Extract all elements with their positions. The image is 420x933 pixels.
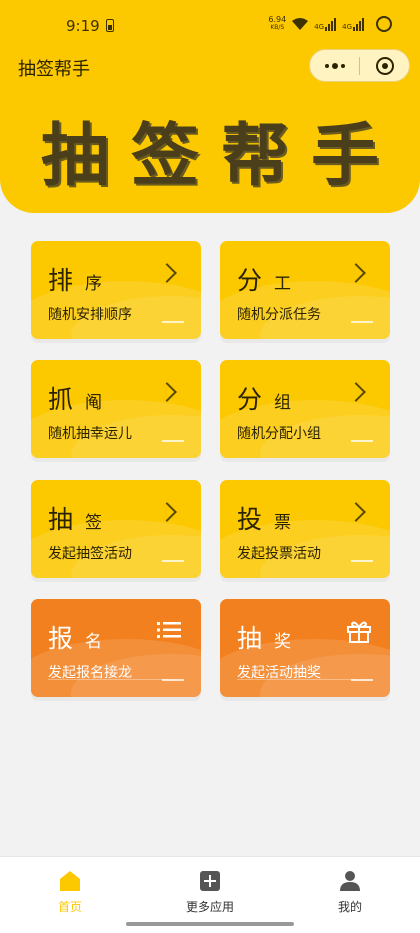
header-banner: 9:19 6.94 KB/S 4G 4G 抽签帮手 抽签帮手 [0,0,420,213]
card-raffle[interactable]: 抽奖 发起活动抽奖 [220,599,390,697]
chevron-right-icon [346,382,366,402]
card-title-big: 报 [48,624,74,653]
chevron-right-icon [157,263,177,283]
card-lottery[interactable]: 抽签 发起抽签活动 [31,480,201,578]
card-title-small: 序 [85,274,103,294]
signal-icon: 4G [314,17,337,31]
list-icon [157,622,181,638]
network-speed: 6.94 KB/S [268,15,287,32]
card-title-small: 阄 [85,393,103,413]
card-draw-lots[interactable]: 抓阄 随机抽幸运儿 [31,360,201,458]
card-title-small: 名 [85,632,103,652]
card-subtitle: 随机分派任务 [237,307,321,323]
battery-saver-icon [106,19,114,32]
card-subtitle: 随机抽幸运儿 [48,426,132,442]
tab-label: 我的 [337,900,362,914]
chevron-right-icon [346,502,366,522]
signal-icon-2: 4G [342,17,364,31]
chevron-right-icon [157,502,177,522]
decor-line [162,440,184,442]
tab-home[interactable]: 首页 [0,857,140,933]
hero-title: 抽签帮手 [40,117,401,196]
close-miniapp-icon[interactable] [360,56,409,75]
page-title: 抽签帮手 [18,59,90,80]
battery-icon [376,16,392,32]
card-vote[interactable]: 投票 发起投票活动 [220,480,390,578]
decor-line [351,440,373,442]
home-indicator[interactable] [126,922,294,926]
card-signup[interactable]: 报名 发起报名接龙 [31,599,201,697]
card-title-small: 票 [274,513,292,533]
tab-mine[interactable]: 我的 [280,857,420,933]
chevron-right-icon [346,263,366,283]
card-subtitle: 随机分配小组 [237,426,321,442]
miniapp-capsule [309,49,410,82]
status-bar: 9:19 6.94 KB/S 4G 4G [0,0,420,52]
card-title-big: 抽 [48,505,74,534]
status-time: 9:19 [66,17,100,35]
tab-label: 更多应用 [185,900,234,914]
decor-line [351,679,373,681]
decor-underline [237,679,357,680]
tab-label: 首页 [57,900,82,914]
decor-line [351,321,373,323]
card-subtitle: 发起抽签活动 [48,546,132,562]
apps-icon [200,871,220,891]
card-title-small: 工 [274,274,292,294]
card-title-big: 抓 [48,385,74,414]
home-icon [60,871,80,891]
card-title-big: 分 [237,385,263,414]
card-subtitle: 发起投票活动 [237,546,321,562]
card-title-small: 组 [274,393,292,413]
card-title-small: 奖 [274,632,292,652]
card-assign[interactable]: 分工 随机分派任务 [220,241,390,339]
gift-icon [347,621,371,643]
decor-line [162,560,184,562]
wifi-icon [292,18,309,30]
card-title-big: 投 [237,505,263,534]
decor-line [351,560,373,562]
card-title-big: 抽 [237,624,263,653]
decor-line [162,679,184,681]
card-title-big: 排 [48,266,74,295]
card-title-small: 签 [85,513,103,533]
card-sort[interactable]: 排序 随机安排顺序 [31,241,201,339]
user-icon [340,871,360,891]
card-group[interactable]: 分组 随机分配小组 [220,360,390,458]
chevron-right-icon [157,382,177,402]
decor-underline [48,679,168,680]
more-icon[interactable] [310,62,359,69]
card-subtitle: 随机安排顺序 [48,307,132,323]
decor-line [162,321,184,323]
card-title-big: 分 [237,266,263,295]
